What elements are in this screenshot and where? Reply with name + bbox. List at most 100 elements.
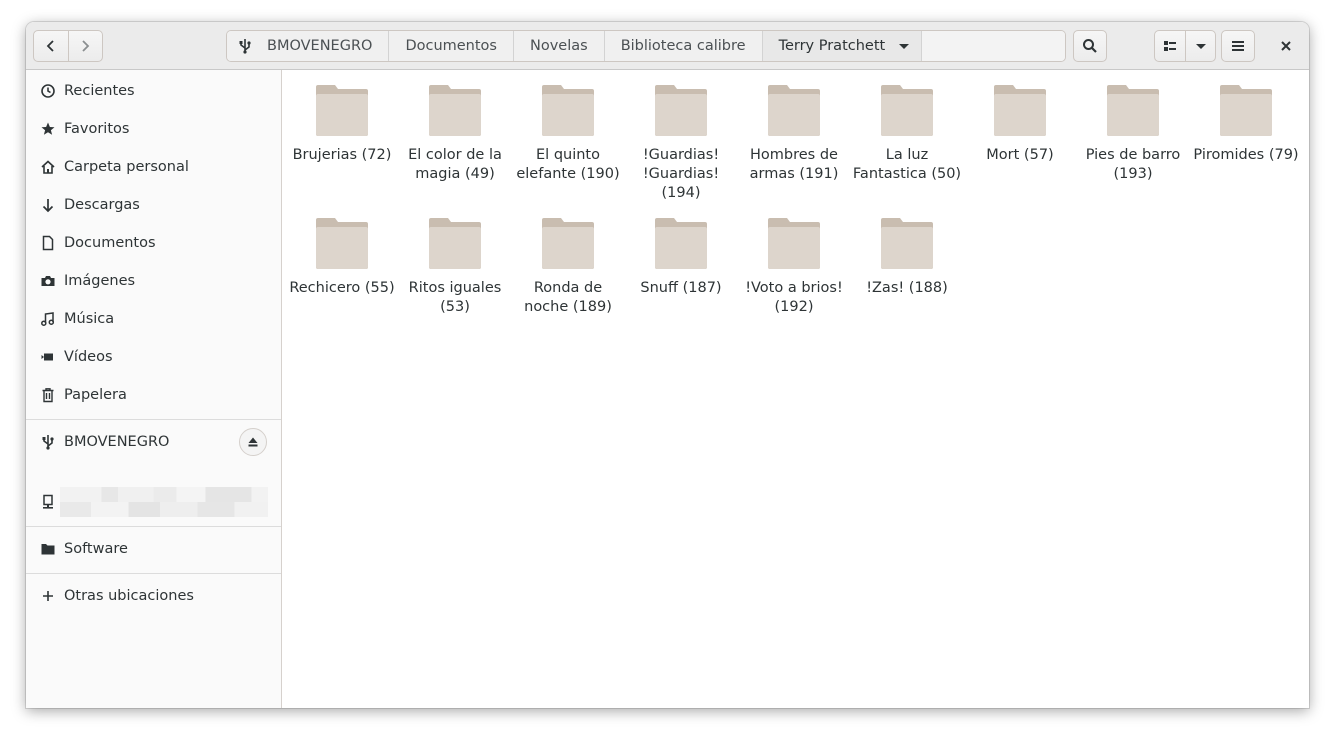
path-crumb-novelas[interactable]: Novelas	[513, 31, 605, 61]
folder-icon	[542, 218, 594, 269]
search-button[interactable]	[1073, 30, 1107, 62]
folder-label: Pies de barro (193)	[1085, 147, 1181, 182]
sidebar-item-label: Vídeos	[64, 349, 113, 365]
navigation-buttons	[33, 30, 103, 62]
folder-icon	[768, 85, 820, 136]
folder-label: Snuff (187)	[640, 280, 722, 296]
path-crumb-documentos[interactable]: Documentos	[389, 31, 514, 61]
folder-label: Brujerias (72)	[292, 147, 392, 163]
sidebar-item-carpeta-personal[interactable]: Carpeta personal	[26, 149, 281, 185]
folder-icon	[655, 218, 707, 269]
sidebar-item-imagenes[interactable]: Imágenes	[26, 263, 281, 299]
folder-icon	[316, 218, 368, 269]
folder-icon	[1220, 85, 1272, 136]
folder-icon	[316, 85, 368, 136]
folder-item[interactable]: Snuff (187)	[625, 217, 737, 298]
path-crumb-label: Documentos	[405, 38, 497, 54]
path-bar-empty-area[interactable]	[922, 31, 1065, 61]
sidebar-item-device[interactable]: BMOVENEGRO	[26, 424, 281, 460]
folder-icon	[655, 85, 707, 136]
folder-item[interactable]: Pies de barro (193)	[1077, 84, 1189, 184]
sidebar-item-documentos[interactable]: Documentos	[26, 225, 281, 261]
header-bar: BMOVENEGRO Documentos Novelas Biblioteca…	[26, 22, 1309, 70]
folder-icon	[1107, 85, 1159, 136]
back-button[interactable]	[34, 31, 68, 61]
folder-label: Rechicero (55)	[289, 280, 395, 296]
clock-icon	[40, 83, 56, 99]
search-icon	[1083, 39, 1097, 53]
chevron-right-icon	[82, 40, 90, 52]
network-drive-icon	[40, 494, 56, 510]
path-crumb-biblioteca[interactable]: Biblioteca calibre	[604, 31, 763, 61]
folder-icon	[429, 85, 481, 136]
music-icon	[40, 311, 56, 327]
camera-icon	[40, 273, 56, 289]
folder-item[interactable]: Brujerias (72)	[286, 84, 398, 165]
folder-item[interactable]: Piromides (79)	[1190, 84, 1302, 165]
folder-label: !Guardias! !Guardias! (194)	[642, 147, 720, 201]
sidebar-item-label: Favoritos	[64, 121, 130, 137]
chevron-down-icon	[1195, 43, 1206, 49]
folder-icon	[542, 85, 594, 136]
sidebar-item-label: Carpeta personal	[64, 159, 189, 175]
sidebar-item-videos[interactable]: Vídeos	[26, 339, 281, 375]
sidebar-item-label: Software	[64, 541, 128, 557]
folder-item[interactable]: Mort (57)	[964, 84, 1076, 165]
folder-item[interactable]: Rechicero (55)	[286, 217, 398, 298]
sidebar-item-musica[interactable]: Música	[26, 301, 281, 337]
sidebar-item-favoritos[interactable]: Favoritos	[26, 111, 281, 147]
path-crumb-label: BMOVENEGRO	[267, 38, 373, 54]
folder-item[interactable]: !Zas! (188)	[851, 217, 963, 298]
menu-button[interactable]	[1221, 30, 1255, 62]
folder-label: Hombres de armas (191)	[749, 147, 839, 182]
sidebar-item-otras-ubicaciones[interactable]: Otras ubicaciones	[26, 578, 281, 614]
path-crumb-device[interactable]: BMOVENEGRO	[227, 31, 390, 61]
folder-item[interactable]: El color de la magia (49)	[399, 84, 511, 184]
folder-icon	[994, 85, 1046, 136]
sidebar-item-label: Documentos	[64, 235, 156, 251]
path-crumb-current[interactable]: Terry Pratchett	[762, 31, 923, 61]
video-icon	[40, 349, 56, 365]
folder-item[interactable]: !Guardias! !Guardias! (194)	[625, 84, 737, 203]
close-button[interactable]	[1271, 30, 1301, 62]
sidebar-separator	[26, 526, 281, 527]
folder-label: Piromides (79)	[1193, 147, 1299, 163]
sidebar-item-recientes[interactable]: Recientes	[26, 73, 281, 109]
folder-item[interactable]: !Voto a brios! (192)	[738, 217, 850, 317]
list-view-button[interactable]	[1155, 31, 1187, 61]
sidebar-item-label: Papelera	[64, 387, 127, 403]
path-crumb-label: Terry Pratchett	[778, 38, 886, 54]
view-options-button[interactable]	[1186, 31, 1215, 61]
list-view-icon	[1164, 41, 1177, 51]
hamburger-icon	[1232, 41, 1244, 51]
forward-button[interactable]	[67, 31, 102, 61]
folder-icon	[881, 85, 933, 136]
folder-label: Ritos iguales (53)	[408, 280, 502, 315]
sidebar-item-label: Otras ubicaciones	[64, 588, 194, 604]
star-icon	[40, 121, 56, 137]
sidebar-item-label: Recientes	[64, 83, 135, 99]
folder-view[interactable]: Brujerias (72) El color de la magia (49) E…	[282, 70, 1309, 708]
folder-icon	[881, 218, 933, 269]
folder-item[interactable]: Hombres de armas (191)	[738, 84, 850, 184]
trash-icon	[40, 387, 56, 403]
folder-item[interactable]: El quinto elefante (190)	[512, 84, 624, 184]
sidebar-item-label: Descargas	[64, 197, 140, 213]
sidebar-separator	[26, 573, 281, 574]
sidebar-item-papelera[interactable]: Papelera	[26, 377, 281, 413]
eject-icon	[248, 437, 258, 447]
sidebar-item-label: Imágenes	[64, 273, 136, 289]
folder-label: !Voto a brios! (192)	[745, 280, 843, 315]
folder-item[interactable]: Ritos iguales (53)	[399, 217, 511, 317]
chevron-left-icon	[46, 40, 54, 52]
folder-label: Mort (57)	[986, 147, 1054, 163]
document-icon	[40, 235, 56, 251]
eject-button[interactable]	[239, 428, 267, 456]
folder-item[interactable]: La luz Fantastica (50)	[851, 84, 963, 184]
home-icon	[40, 159, 56, 175]
sidebar-item-software[interactable]: Software	[26, 531, 281, 567]
usb-icon	[237, 38, 253, 54]
sidebar-item-descargas[interactable]: Descargas	[26, 187, 281, 223]
folder-label: !Zas! (188)	[866, 280, 948, 296]
folder-item[interactable]: Ronda de noche (189)	[512, 217, 624, 317]
